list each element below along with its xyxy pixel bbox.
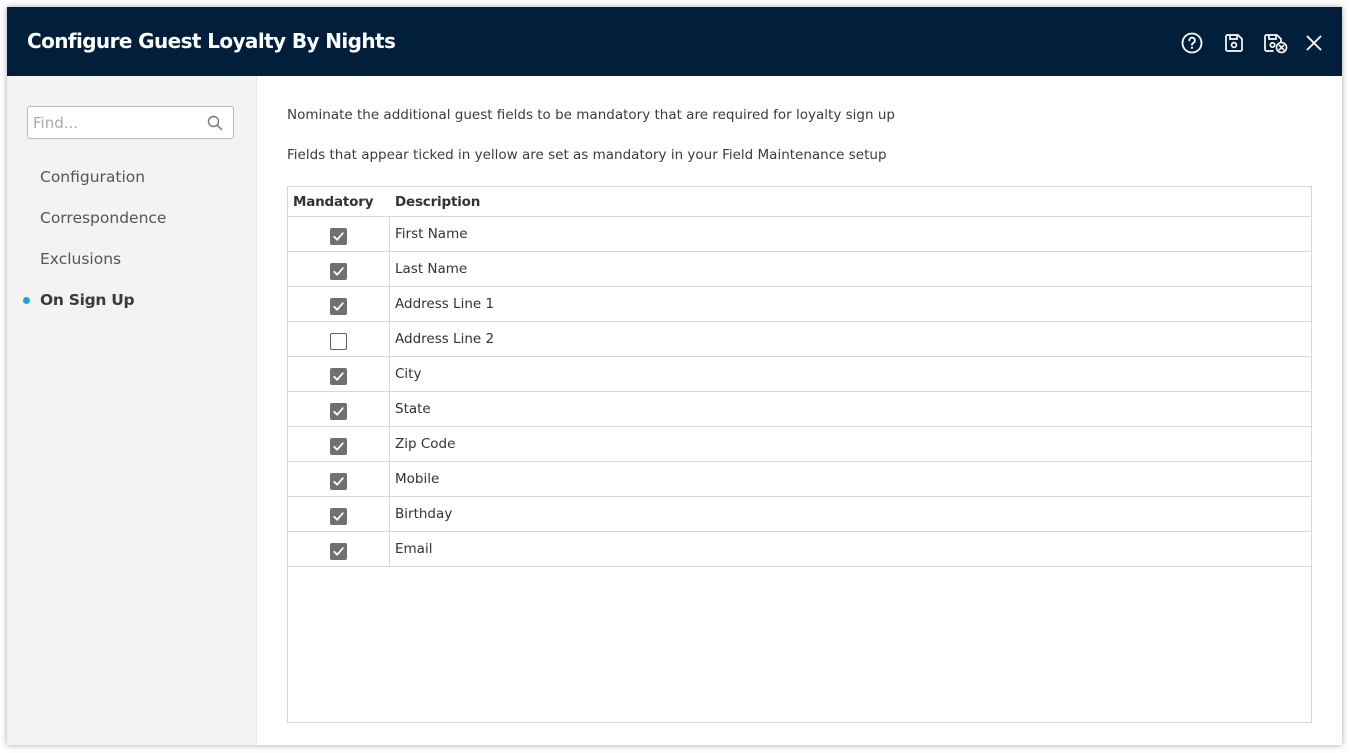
search-icon[interactable] [207,115,223,131]
find-input[interactable] [28,107,211,138]
column-header-mandatory: Mandatory [293,194,374,210]
table-row[interactable]: State [288,392,1311,427]
column-divider [389,357,390,392]
table-header: Mandatory Description [288,187,1311,217]
table-row[interactable]: Address Line 2 [288,322,1311,357]
column-divider [389,217,390,252]
window-title: Configure Guest Loyalty By Nights [27,29,396,53]
column-divider [389,392,390,427]
column-divider [389,287,390,322]
table-row[interactable]: Address Line 1 [288,287,1311,322]
mandatory-checkbox[interactable] [330,263,347,280]
column-divider [389,532,390,567]
sidebar-item-on-sign-up[interactable]: On Sign Up [40,291,135,309]
save-icon [1225,34,1243,52]
checkmark-icon [333,372,344,381]
field-description: City [395,366,422,382]
mandatory-fields-table: Mandatory Description First Name Last Nam… [287,186,1312,723]
title-bar: Configure Guest Loyalty By Nights [7,7,1342,76]
table-row[interactable]: Birthday [288,497,1311,532]
dialog-window: Configure Guest Loyalty By Nights Find..… [7,7,1342,745]
table-row[interactable]: Email [288,532,1311,567]
help-icon [1181,32,1203,54]
checkmark-icon [333,547,344,556]
column-divider [389,322,390,357]
find-box [27,106,234,139]
checkmark-icon [333,232,344,241]
mandatory-checkbox[interactable] [330,543,347,560]
active-indicator-dot [23,297,30,304]
field-description: Email [395,541,433,557]
checkmark-icon [333,512,344,521]
column-divider [389,497,390,532]
mandatory-checkbox[interactable] [330,403,347,420]
sidebar-item-exclusions[interactable]: Exclusions [40,250,121,268]
checkmark-icon [333,442,344,451]
save-close-icon [1264,34,1288,54]
field-description: Address Line 2 [395,331,495,347]
mandatory-checkbox[interactable] [330,508,347,525]
mandatory-checkbox[interactable] [330,228,347,245]
table-row[interactable]: First Name [288,217,1311,252]
close-icon [1306,35,1322,51]
checkmark-icon [333,302,344,311]
mandatory-checkbox[interactable] [330,473,347,490]
sidebar-item-correspondence[interactable]: Correspondence [40,209,166,227]
close-button[interactable] [1302,31,1326,55]
table-row[interactable]: Mobile [288,462,1311,497]
save-button[interactable] [1222,31,1246,55]
mandatory-checkbox[interactable] [330,333,347,350]
table-row[interactable]: Last Name [288,252,1311,287]
field-description: State [395,401,431,417]
field-description: Address Line 1 [395,296,495,312]
checkmark-icon [333,267,344,276]
sidebar: Configuration Correspondence Exclusions … [7,76,257,745]
column-divider [389,252,390,287]
column-header-description: Description [395,194,481,210]
column-divider [389,462,390,497]
table-row[interactable]: Zip Code [288,427,1311,462]
mandatory-checkbox[interactable] [330,368,347,385]
field-description: Birthday [395,506,453,522]
mandatory-checkbox[interactable] [330,438,347,455]
help-button[interactable] [1180,31,1204,55]
table-row[interactable]: City [288,357,1311,392]
mandatory-checkbox[interactable] [330,298,347,315]
sidebar-item-configuration[interactable]: Configuration [40,168,145,186]
checkmark-icon [333,477,344,486]
field-description: First Name [395,226,468,242]
field-description: Zip Code [395,436,456,452]
main-content: Nominate the additional guest fields to … [257,76,1342,745]
instruction-text-2: Fields that appear ticked in yellow are … [287,147,887,163]
instruction-text-1: Nominate the additional guest fields to … [287,107,895,123]
save-and-close-button[interactable] [1262,31,1290,55]
field-description: Last Name [395,261,468,277]
field-description: Mobile [395,471,440,487]
column-divider [389,427,390,462]
checkmark-icon [333,407,344,416]
